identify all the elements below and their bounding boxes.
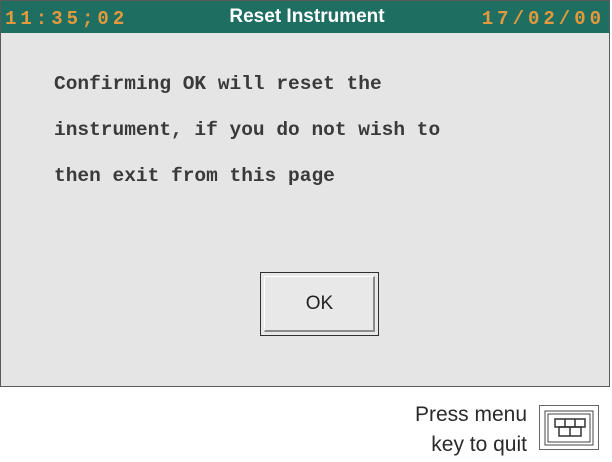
- quit-hint: Press menu key to quit: [415, 400, 527, 460]
- message-line-1: Confirming OK will reset the: [54, 73, 382, 95]
- ok-button[interactable]: OK: [260, 272, 379, 336]
- quit-hint-line-2: key to quit: [431, 433, 527, 456]
- date-readout: 17/02/00: [481, 8, 605, 30]
- message-line-3: then exit from this page: [54, 165, 335, 187]
- instrument-screen: 11:35;02 Reset Instrument 17/02/00 Confi…: [0, 0, 610, 387]
- title-bar: 11:35;02 Reset Instrument 17/02/00: [1, 1, 609, 33]
- menu-key-glyph: [544, 410, 594, 446]
- menu-key-icon[interactable]: [539, 405, 599, 450]
- message-line-2: instrument, if you do not wish to: [54, 119, 441, 141]
- ok-button-label: OK: [305, 293, 334, 314]
- quit-hint-line-1: Press menu: [414, 403, 527, 426]
- reset-message: Confirming OK will reset the instrument,…: [54, 61, 594, 199]
